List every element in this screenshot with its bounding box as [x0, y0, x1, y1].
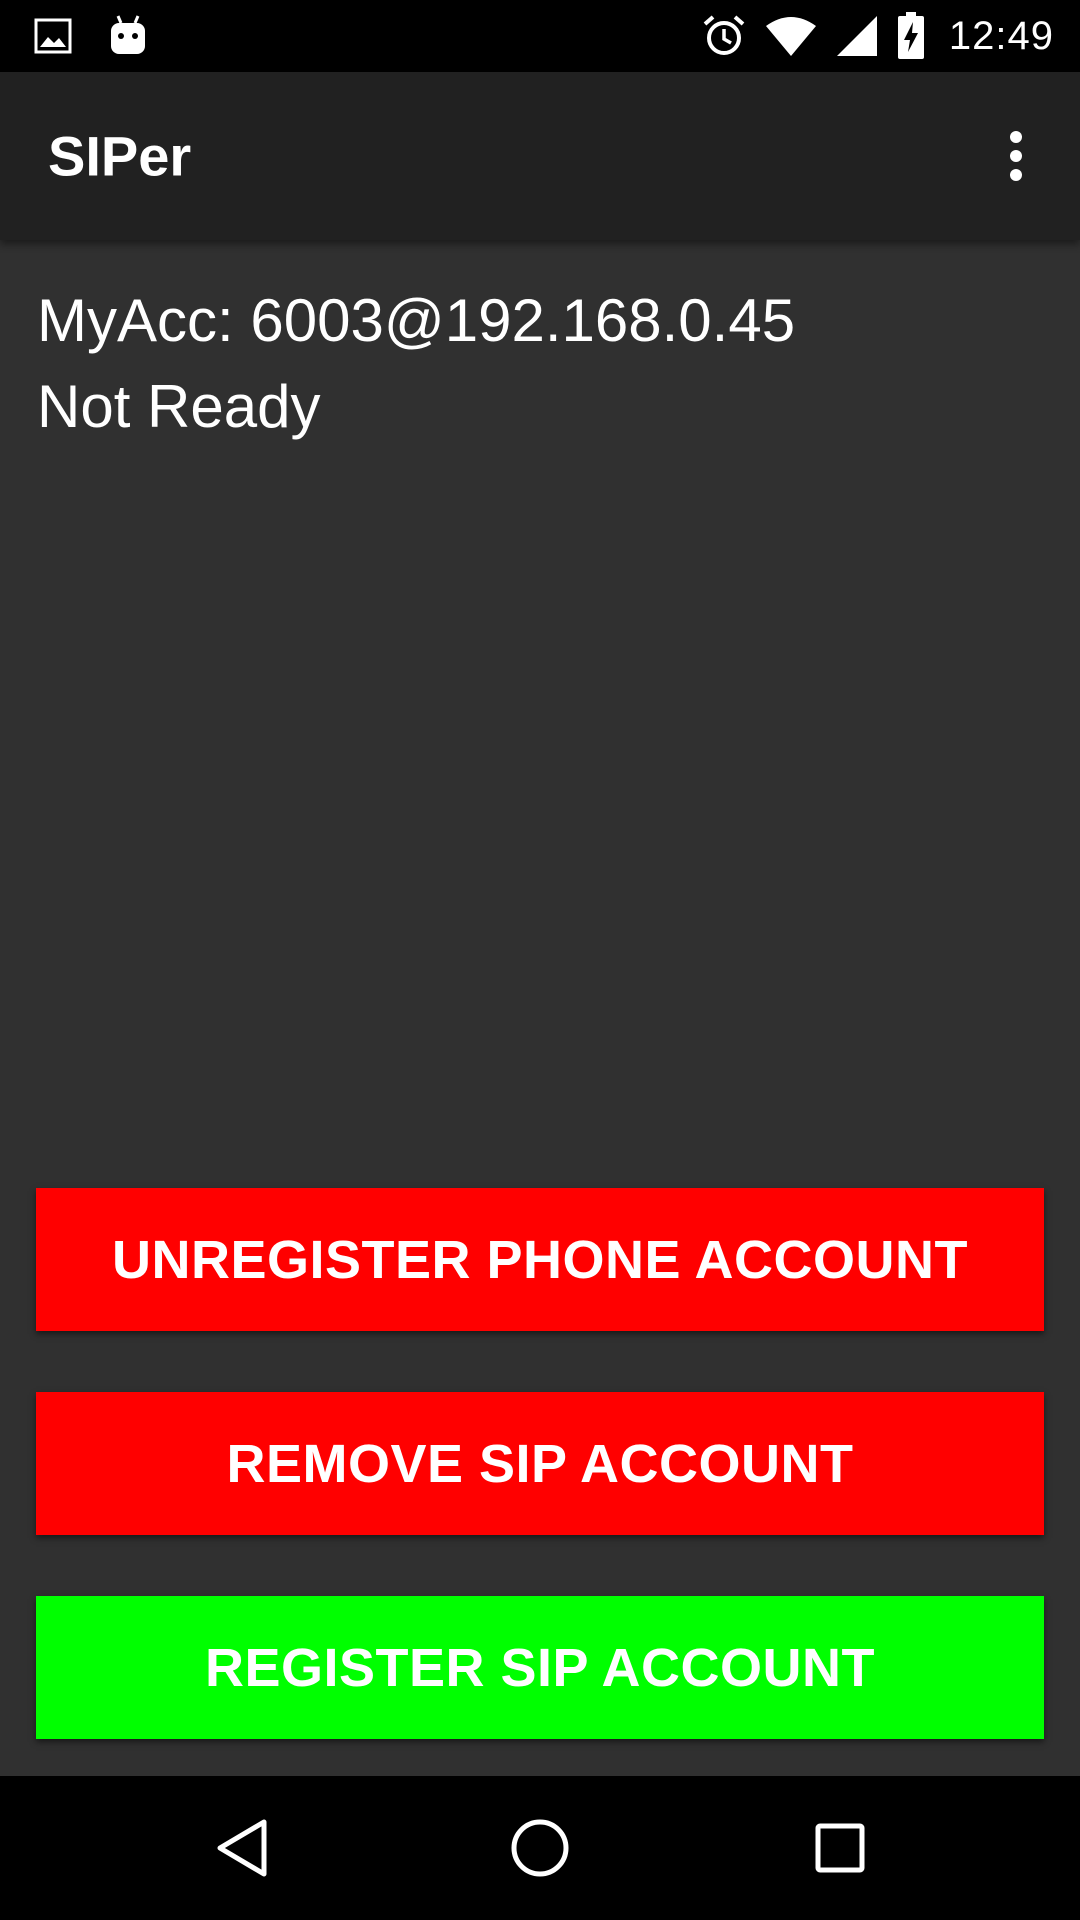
back-icon	[217, 1819, 267, 1877]
account-label: MyAcc: 6003@192.168.0.45	[37, 287, 796, 354]
android-icon	[108, 14, 148, 58]
alarm-icon	[701, 13, 747, 59]
status-bar: 12:49	[0, 0, 1080, 72]
gallery-icon	[34, 17, 72, 55]
nav-back-button[interactable]	[162, 1776, 322, 1920]
recents-icon	[815, 1823, 865, 1873]
register-sip-account-button[interactable]: REGISTER SIP ACCOUNT	[36, 1596, 1044, 1739]
system-icons: 12:49	[701, 10, 1054, 62]
overflow-menu-icon	[1010, 131, 1022, 181]
main-content: MyAcc: 6003@192.168.0.45 Not Ready UNREG…	[0, 240, 1080, 1776]
battery-charging-icon	[897, 12, 925, 60]
notification-icons	[34, 14, 148, 58]
overflow-menu-button[interactable]	[980, 120, 1052, 192]
nav-home-button[interactable]	[460, 1776, 620, 1920]
nav-recents-button[interactable]	[760, 1776, 920, 1920]
app-bar: SIPer	[0, 72, 1080, 240]
unregister-phone-account-button[interactable]: UNREGISTER PHONE ACCOUNT	[36, 1188, 1044, 1331]
cell-signal-icon	[835, 14, 879, 58]
registration-status: Not Ready	[37, 373, 321, 440]
status-clock: 12:49	[948, 13, 1054, 58]
wifi-icon	[765, 14, 817, 58]
app-title: SIPer	[48, 124, 192, 188]
remove-sip-account-button[interactable]: REMOVE SIP ACCOUNT	[36, 1392, 1044, 1535]
home-icon	[511, 1819, 569, 1877]
navigation-bar	[0, 1776, 1080, 1920]
